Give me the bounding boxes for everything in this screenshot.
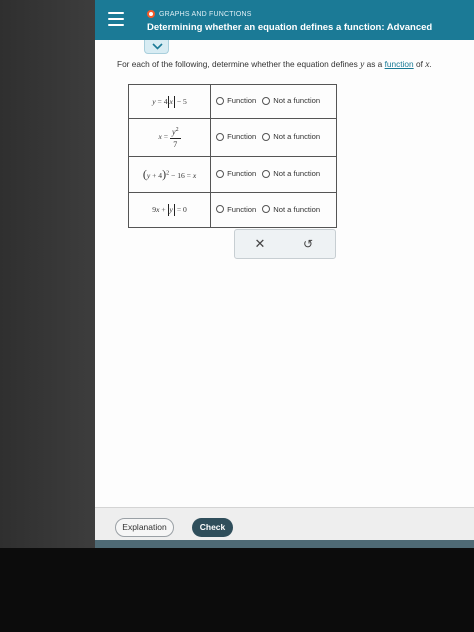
screen-bottom-strip xyxy=(95,540,474,548)
radio-button-icon[interactable] xyxy=(262,132,271,141)
radio-button-icon[interactable] xyxy=(216,169,225,178)
options-cell: Function Not a function xyxy=(210,156,337,193)
not-function-option[interactable]: Not a function xyxy=(262,132,320,141)
hamburger-menu-icon[interactable] xyxy=(108,12,124,26)
not-function-option[interactable]: Not a function xyxy=(262,205,320,214)
chevron-down-icon xyxy=(152,43,163,50)
function-option[interactable]: Function xyxy=(216,132,256,141)
function-definition-link[interactable]: function xyxy=(385,59,414,69)
clear-answer-icon[interactable]: ✕ xyxy=(249,235,271,253)
equation: (y + 4)2 − 16 = x xyxy=(142,167,197,181)
not-function-option[interactable]: Not a function xyxy=(262,169,320,178)
monitor-frame-bottom xyxy=(0,548,474,632)
radio-button-icon[interactable] xyxy=(262,205,271,214)
function-option[interactable]: Function xyxy=(216,205,256,214)
options-cell: Function Not a function xyxy=(210,192,337,228)
check-button[interactable]: Check xyxy=(192,518,233,537)
topic-progress-dot-icon xyxy=(147,10,155,18)
left-desk-area xyxy=(0,0,95,548)
explanation-button[interactable]: Explanation xyxy=(115,518,174,537)
undo-icon[interactable]: ↺ xyxy=(297,235,319,253)
prompt-text: . xyxy=(429,59,432,69)
equation-cell: (y + 4)2 − 16 = x xyxy=(127,156,212,193)
topic-row: GRAPHS AND FUNCTIONS xyxy=(147,10,252,18)
collapse-header-button[interactable] xyxy=(144,40,169,54)
header-bar: GRAPHS AND FUNCTIONS Determining whether… xyxy=(95,0,474,40)
prompt-text: For each of the following, determine whe… xyxy=(117,59,361,69)
options-cell: Function Not a function xyxy=(210,84,337,119)
function-option[interactable]: Function xyxy=(216,169,256,178)
radio-button-icon[interactable] xyxy=(262,96,271,105)
question-table: y = 4x − 5 Function Not a function x = y2… xyxy=(127,84,337,228)
question-prompt: For each of the following, determine whe… xyxy=(117,59,432,70)
table-row: (y + 4)2 − 16 = x Function Not a function xyxy=(127,156,337,193)
options-cell: Function Not a function xyxy=(210,118,337,157)
page-title: Determining whether an equation defines … xyxy=(147,22,433,33)
radio-button-icon[interactable] xyxy=(216,205,225,214)
equation-cell: y = 4x − 5 xyxy=(127,84,212,119)
equation: x = y2 7 xyxy=(158,127,181,149)
function-option[interactable]: Function xyxy=(216,96,256,105)
topic-label: GRAPHS AND FUNCTIONS xyxy=(159,10,252,18)
table-row: y = 4x − 5 Function Not a function xyxy=(127,84,337,119)
equation-cell: x = y2 7 xyxy=(127,118,212,157)
prompt-text: as a xyxy=(364,59,385,69)
equation-cell: 9x + y = 0 xyxy=(127,192,212,228)
not-function-option[interactable]: Not a function xyxy=(262,96,320,105)
app-screen: GRAPHS AND FUNCTIONS Determining whether… xyxy=(95,0,474,548)
answer-actions-panel: ✕ ↺ xyxy=(234,229,336,259)
table-row: 9x + y = 0 Function Not a function xyxy=(127,192,337,228)
radio-button-icon[interactable] xyxy=(216,96,225,105)
table-row: x = y2 7 Function Not a function xyxy=(127,118,337,157)
prompt-text: of xyxy=(413,59,426,69)
radio-button-icon[interactable] xyxy=(262,169,271,178)
radio-button-icon[interactable] xyxy=(216,132,225,141)
equation: y = 4x − 5 xyxy=(152,95,187,108)
equation: 9x + y = 0 xyxy=(152,204,187,216)
